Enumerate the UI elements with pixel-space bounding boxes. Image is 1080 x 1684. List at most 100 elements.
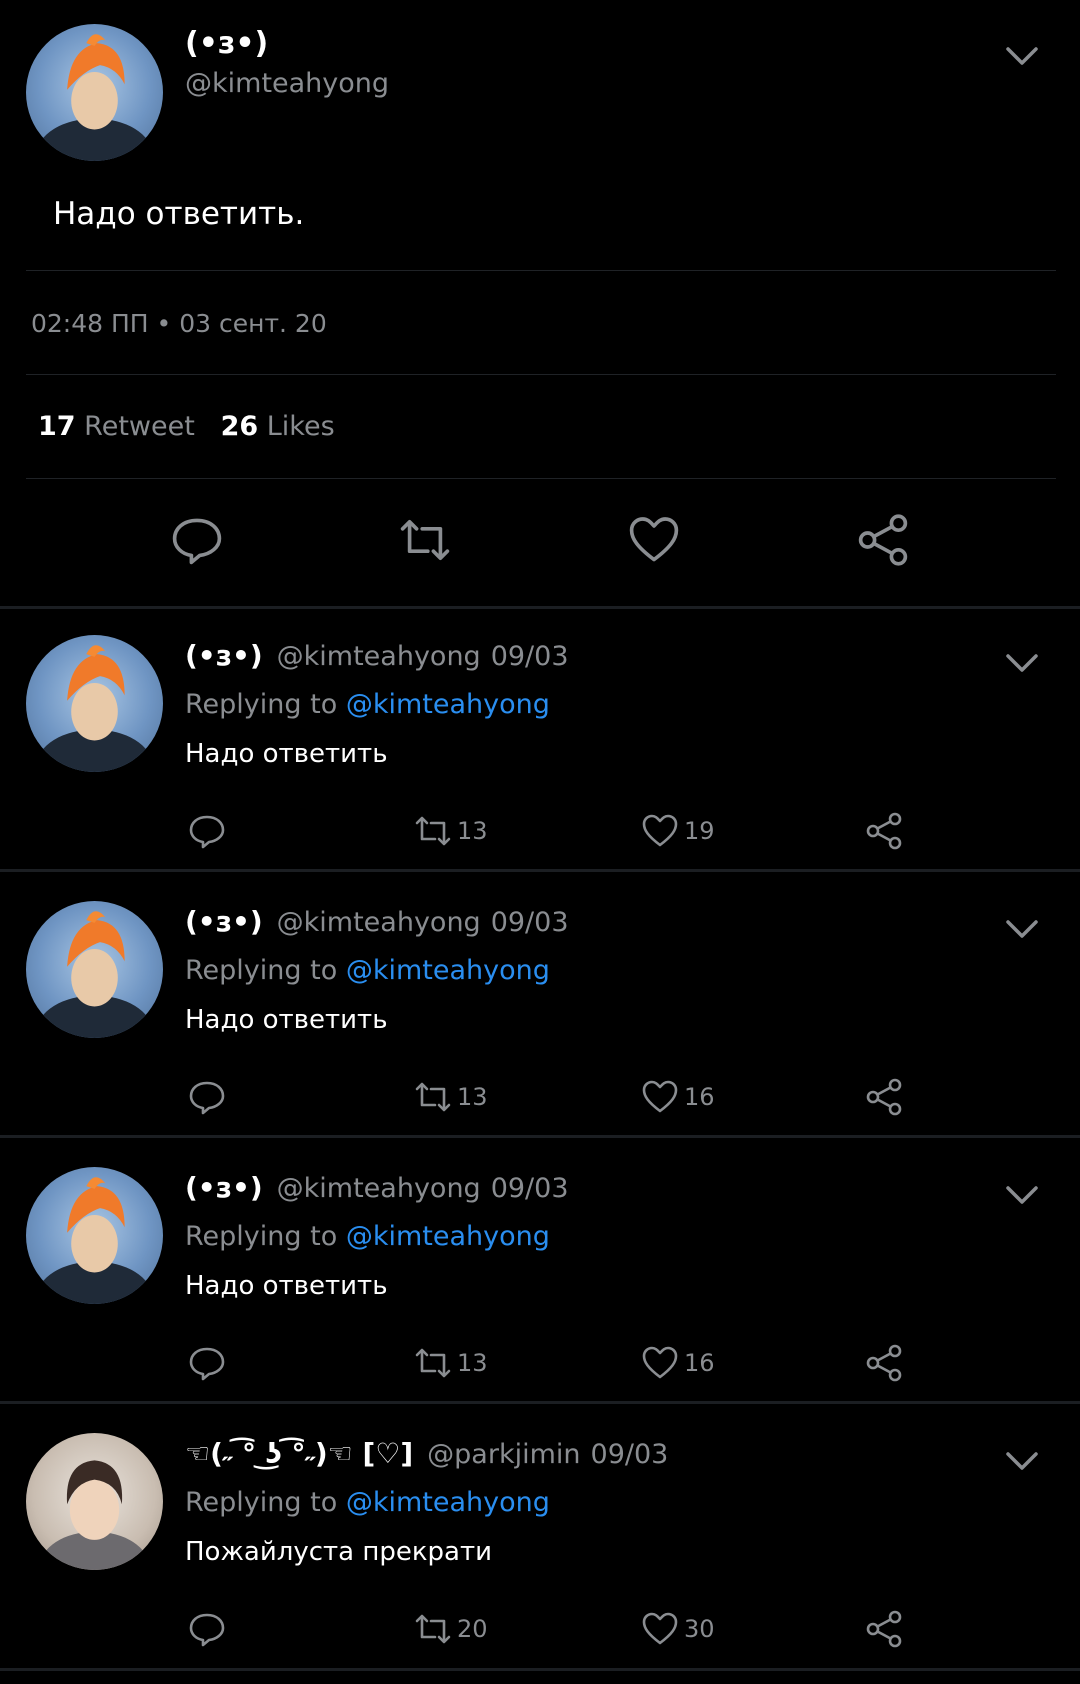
reply-button[interactable]: [187, 809, 227, 853]
retweet-button[interactable]: 13: [413, 1075, 488, 1119]
retweet-button[interactable]: 20: [413, 1607, 488, 1651]
share-icon: [866, 1078, 902, 1116]
author-name[interactable]: (•з•): [185, 639, 263, 672]
reply-button[interactable]: [187, 1075, 227, 1119]
speech-bubble-icon: [189, 1613, 225, 1647]
replying-label: Replying to: [185, 1487, 338, 1518]
author-name[interactable]: (•з•): [185, 905, 263, 938]
separator: [0, 869, 1080, 872]
reply-actions: 13 16: [0, 1341, 1080, 1385]
speech-bubble-icon: [189, 815, 225, 849]
retweet-button[interactable]: 13: [413, 1341, 488, 1385]
heart-icon[interactable]: [626, 512, 682, 568]
like-button[interactable]: 16: [640, 1341, 715, 1385]
reply-tweet[interactable]: (•з•) @kimteahyong 09/03 Replying to @kimt…: [0, 1141, 1080, 1405]
like-button[interactable]: 16: [640, 1075, 715, 1119]
author-name[interactable]: (•з•): [185, 1171, 263, 1204]
tweet-timestamp: 02:48 ПП • 03 сент. 20: [31, 309, 327, 338]
divider: [26, 478, 1056, 479]
reply-tweet[interactable]: (•з•) @kimteahyong 09/03 Replying to @kimt…: [0, 875, 1080, 1139]
speech-bubble-icon: [189, 1347, 225, 1381]
chevron-down-icon[interactable]: [1002, 643, 1042, 683]
chevron-down-icon[interactable]: [1002, 1175, 1042, 1215]
reply-tweet[interactable]: (•з•) @kimteahyong 09/03 Replying to @kimt…: [0, 609, 1080, 873]
reply-text: Надо ответить: [185, 1005, 388, 1035]
mention-link[interactable]: @kimteahyong: [346, 1487, 550, 1518]
main-tweet: (•з•) @kimteahyong Надо ответить. 02:48 …: [0, 0, 1080, 606]
reply-date: 09/03: [490, 907, 569, 938]
share-icon: [866, 1344, 902, 1382]
like-count: 16: [684, 1083, 715, 1111]
avatar[interactable]: [26, 1167, 163, 1304]
like-button[interactable]: 30: [640, 1607, 715, 1651]
avatar-image: [39, 1460, 150, 1570]
avatar[interactable]: [26, 901, 163, 1038]
likes-label[interactable]: Likes: [267, 411, 335, 442]
tweet-text: Надо ответить.: [53, 196, 305, 232]
speech-bubble-icon: [189, 1081, 225, 1115]
replying-label: Replying to: [185, 955, 338, 986]
retweet-count: 13: [457, 1083, 488, 1111]
speech-bubble-icon[interactable]: [169, 512, 225, 568]
author-handle[interactable]: @parkjimin: [427, 1439, 580, 1470]
reply-button[interactable]: [187, 1607, 227, 1651]
reply-text: Надо ответить: [185, 739, 388, 769]
reply-actions: 13 16: [0, 1075, 1080, 1119]
author-handle[interactable]: @kimteahyong: [277, 907, 481, 938]
avatar[interactable]: [26, 24, 163, 161]
avatar[interactable]: [26, 635, 163, 772]
share-button[interactable]: [864, 1341, 904, 1385]
avatar-image: [36, 34, 153, 161]
author-handle[interactable]: @kimteahyong: [277, 1173, 481, 1204]
like-button[interactable]: 19: [640, 809, 715, 853]
retweet-button[interactable]: 13: [413, 809, 488, 853]
separator: [0, 1401, 1080, 1404]
reply-date: 09/03: [490, 1173, 569, 1204]
share-button[interactable]: [864, 809, 904, 853]
mention-link[interactable]: @kimteahyong: [346, 1221, 550, 1252]
like-count: 30: [684, 1615, 715, 1643]
replying-label: Replying to: [185, 689, 338, 720]
share-icon: [866, 1610, 902, 1648]
author-handle[interactable]: @kimteahyong: [277, 641, 481, 672]
reply-text: Надо ответить: [185, 1271, 388, 1301]
mention-link[interactable]: @kimteahyong: [346, 689, 550, 720]
like-count: 19: [684, 817, 715, 845]
retweet-icon: [415, 1082, 451, 1112]
replying-label: Replying to: [185, 1221, 338, 1252]
mention-link[interactable]: @kimteahyong: [346, 955, 550, 986]
chevron-down-icon[interactable]: [1002, 1441, 1042, 1481]
chevron-down-icon[interactable]: [1002, 909, 1042, 949]
retweet-label[interactable]: Retweet: [84, 411, 195, 442]
avatar-image: [36, 1177, 153, 1304]
divider: [26, 270, 1056, 271]
share-icon[interactable]: [855, 512, 911, 568]
author-name[interactable]: ☜(˶ ͡° ͜ʖ ͡°˶)☜ [♡]: [185, 1437, 413, 1470]
chevron-down-icon[interactable]: [1002, 36, 1042, 76]
author-name: (•з•): [185, 26, 269, 61]
share-button[interactable]: [864, 1075, 904, 1119]
retweet-icon: [415, 816, 451, 846]
separator: [0, 1668, 1080, 1671]
likes-count[interactable]: 26: [221, 411, 259, 442]
share-button[interactable]: [864, 1607, 904, 1651]
avatar-image: [36, 911, 153, 1038]
reply-header: ☜(˶ ͡° ͜ʖ ͡°˶)☜ [♡] @parkjimin 09/03: [185, 1437, 668, 1470]
reply-header: (•з•) @kimteahyong 09/03: [185, 905, 569, 938]
reply-button[interactable]: [187, 1341, 227, 1385]
replying-to: Replying to @kimteahyong: [185, 689, 550, 720]
heart-icon: [642, 1346, 678, 1379]
like-count: 16: [684, 1349, 715, 1377]
reply-tweet[interactable]: ☜(˶ ͡° ͜ʖ ͡°˶)☜ [♡] @parkjimin 09/03 Reply…: [0, 1407, 1080, 1671]
tweet-stats: 17 Retweet 26 Likes: [38, 411, 335, 442]
divider: [26, 374, 1056, 375]
share-icon: [866, 812, 902, 850]
retweet-count[interactable]: 17: [38, 411, 76, 442]
retweet-icon[interactable]: [397, 512, 453, 568]
avatar-image: [36, 645, 153, 772]
heart-icon: [642, 1080, 678, 1113]
retweet-count: 13: [457, 817, 488, 845]
author-handle[interactable]: @kimteahyong: [185, 68, 389, 99]
avatar[interactable]: [26, 1433, 163, 1570]
replying-to: Replying to @kimteahyong: [185, 955, 550, 986]
